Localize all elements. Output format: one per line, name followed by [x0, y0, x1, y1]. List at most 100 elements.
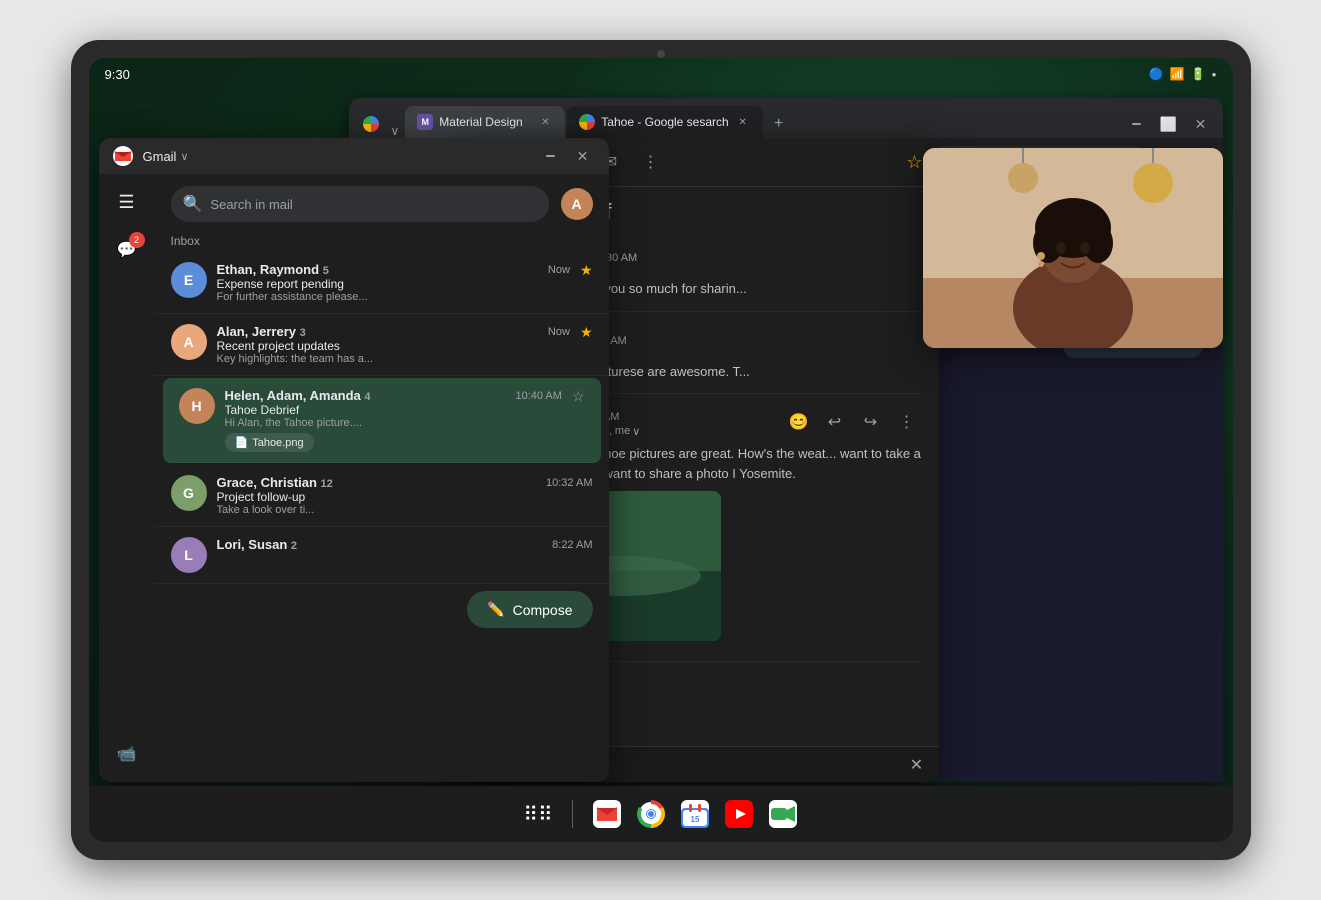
gmail-window: Gmail ∨ 🗕 ✕ ☰ 💬 2 📹 [99, 138, 609, 782]
chrome-window-controls: 🗕 ⬜ ✕ [1123, 110, 1215, 138]
sidebar-menu-icon[interactable]: ☰ [107, 182, 147, 222]
detail-more-button[interactable]: ⋮ [635, 146, 667, 178]
taskbar-calendar-icon[interactable]: 15 [677, 796, 713, 832]
attachment-name: Tahoe.png [252, 437, 303, 449]
email-time-grace: 10:32 AM [546, 477, 592, 489]
compose-button[interactable]: ✏️ Compose [467, 591, 592, 628]
chrome-tab-tahoe[interactable]: Tahoe - Google sesarch ✕ [567, 106, 762, 138]
expand-recipients-icon[interactable]: ∨ [632, 425, 640, 438]
chrome-menu-arrow[interactable]: ∨ [391, 124, 400, 138]
inbox-label: Inbox [155, 230, 609, 252]
gmail-close-button[interactable]: ✕ [569, 142, 597, 170]
email-time-lori: 8:22 AM [552, 539, 592, 551]
chrome-tabbar: ∨ M Material Design ✕ Tahoe - Google ses… [349, 98, 1223, 138]
email-content-alan: Alan, Jerrery 3 Now Recent project updat… [217, 324, 570, 365]
gmail-window-controls: 🗕 ✕ [537, 142, 597, 170]
detail-star-button[interactable]: ☆ [906, 152, 922, 173]
tablet-screen: 9:30 🔵 📶 🔋 ● ∨ M Material Design [89, 58, 1233, 842]
taskbar-youtube-icon[interactable] [721, 796, 757, 832]
status-bar: 9:30 🔵 📶 🔋 ● [89, 58, 1233, 90]
email-preview-ethan: For further assistance please... [217, 291, 570, 303]
chrome-minimize-button[interactable]: 🗕 [1123, 110, 1151, 138]
email-item-ethan[interactable]: E Ethan, Raymond 5 Now Expense report pe… [155, 252, 609, 314]
google-favicon-icon [579, 114, 595, 130]
gmail-search-box[interactable]: 🔍 Search in mail [171, 186, 549, 222]
email-sender-lori: Lori, Susan 2 [217, 537, 298, 552]
chrome-icon[interactable] [357, 110, 385, 138]
email-avatar-grace: G [171, 475, 207, 511]
email-time-helen: 10:40 AM [515, 390, 561, 402]
taskbar-divider [572, 800, 573, 828]
email-item-lori[interactable]: L Lori, Susan 2 8:22 AM [155, 527, 609, 584]
star-icon-alan[interactable]: ★ [580, 324, 593, 341]
search-icon: 🔍 [183, 194, 203, 214]
bluetooth-icon: 🔵 [1149, 67, 1164, 81]
tab-close-tahoe[interactable]: ✕ [735, 114, 751, 130]
attachment-chip-tahoe[interactable]: 📄 Tahoe.png [225, 433, 314, 452]
attachment-icon: 📄 [235, 436, 249, 449]
sidebar-chat-badge: 2 [129, 232, 145, 248]
tab-close-material-design[interactable]: ✕ [537, 114, 553, 130]
gmail-sidebar: ☰ 💬 2 📹 [99, 174, 155, 782]
email-subject-ethan: Expense report pending [217, 277, 570, 291]
star-icon-ethan[interactable]: ★ [580, 262, 593, 279]
tab-title-material-design: Material Design [439, 115, 522, 129]
chrome-close-button[interactable]: ✕ [1187, 110, 1215, 138]
email-content-grace: Grace, Christian 12 10:32 AM Project fol… [217, 475, 593, 516]
message-actions-lori: 😊 ↩ ↪ ⋮ [783, 406, 923, 438]
email-item-grace[interactable]: G Grace, Christian 12 10:32 AM Project f… [155, 465, 609, 527]
attachment-close-button[interactable]: ✕ [907, 755, 927, 775]
tablet-camera [657, 50, 665, 58]
taskbar-apps-grid-icon[interactable]: ⠿⠿ [520, 796, 556, 832]
status-time: 9:30 [105, 67, 130, 82]
email-sender-helen: Helen, Adam, Amanda 4 [225, 388, 371, 403]
email-content-ethan: Ethan, Raymond 5 Now Expense report pend… [217, 262, 570, 303]
email-preview-helen: Hi Alan, the Tahoe picture.... [225, 417, 562, 429]
email-avatar-helen: H [179, 388, 215, 424]
new-tab-button[interactable]: + [765, 110, 793, 138]
more-button[interactable]: ⋮ [891, 406, 923, 438]
chrome-restore-button[interactable]: ⬜ [1155, 110, 1183, 138]
status-icons: 🔵 📶 🔋 ● [1149, 67, 1217, 81]
email-preview-grace: Take a look over ti... [217, 504, 593, 516]
video-call-overlay [923, 148, 1223, 348]
battery-icon: 🔋 [1191, 67, 1206, 81]
email-item-helen[interactable]: H Helen, Adam, Amanda 4 10:40 AM Tahoe D… [163, 378, 601, 463]
video-person-display [923, 148, 1223, 348]
email-sender-ethan: Ethan, Raymond 5 [217, 262, 329, 277]
star-icon-helen-empty[interactable]: ☆ [572, 388, 585, 405]
email-avatar-alan: A [171, 324, 207, 360]
taskbar-gmail-icon[interactable] [589, 796, 625, 832]
taskbar-meet-icon[interactable] [765, 796, 801, 832]
email-avatar-ethan: E [171, 262, 207, 298]
email-item-alan[interactable]: A Alan, Jerrery 3 Now Recent project upd… [155, 314, 609, 376]
email-preview-alan: Key highlights: the team has a... [217, 353, 570, 365]
gmail-dropdown-icon[interactable]: ∨ [180, 150, 188, 163]
taskbar-chrome-icon[interactable] [633, 796, 669, 832]
chrome-logo-icon [363, 116, 379, 132]
tab-title-tahoe: Tahoe - Google sesarch [601, 115, 728, 129]
forward-button[interactable]: ↪ [855, 406, 887, 438]
email-content-lori: Lori, Susan 2 8:22 AM [217, 537, 593, 552]
sidebar-chat-icon[interactable]: 💬 2 [107, 230, 147, 270]
gmail-logo-icon [111, 144, 135, 168]
md-favicon-icon: M [417, 114, 433, 130]
email-subject-helen: Tahoe Debrief [225, 403, 562, 417]
signal-dot: ● [1212, 70, 1217, 79]
compose-area: ✏️ Compose [155, 584, 609, 644]
chrome-tab-material-design[interactable]: M Material Design ✕ [405, 106, 565, 138]
emoji-button[interactable]: 😊 [783, 406, 815, 438]
gmail-title-text: Gmail ∨ [143, 149, 189, 164]
email-avatar-lori: L [171, 537, 207, 573]
email-sender-alan: Alan, Jerrery 3 [217, 324, 306, 339]
email-content-helen: Helen, Adam, Amanda 4 10:40 AM Tahoe Deb… [225, 388, 562, 452]
reply-button[interactable]: ↩ [819, 406, 851, 438]
gmail-body: ☰ 💬 2 📹 🔍 Search in mail [99, 174, 609, 782]
gmail-minimize-button[interactable]: 🗕 [537, 142, 565, 170]
search-placeholder: Search in mail [210, 197, 292, 212]
wifi-icon: 📶 [1170, 67, 1185, 81]
user-avatar[interactable]: A [561, 188, 593, 220]
gmail-app-name: Gmail [143, 149, 177, 164]
gmail-titlebar: Gmail ∨ 🗕 ✕ [99, 138, 609, 174]
sidebar-meet-icon[interactable]: 📹 [107, 734, 147, 774]
